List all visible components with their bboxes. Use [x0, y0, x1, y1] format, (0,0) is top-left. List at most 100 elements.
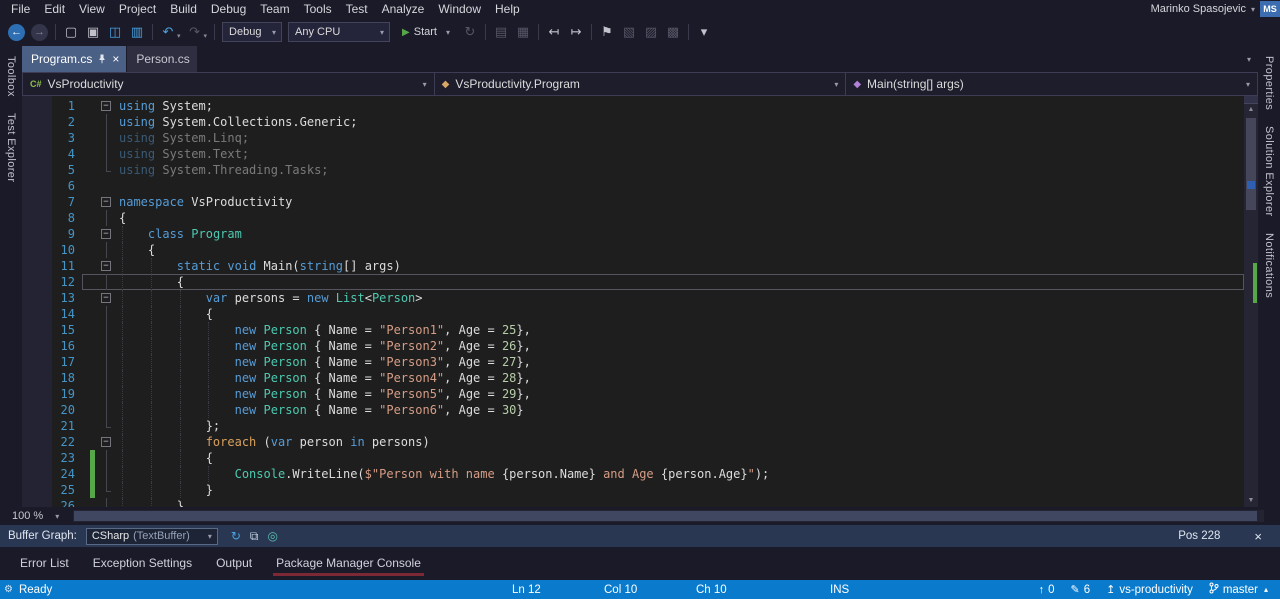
- tool-tab-test-explorer[interactable]: Test Explorer: [5, 113, 17, 182]
- code-line-25[interactable]: 25 }: [22, 482, 1244, 498]
- tool-tab-properties[interactable]: Properties: [1263, 56, 1275, 110]
- code-line-5[interactable]: 5using System.Threading.Tasks;: [22, 162, 1244, 178]
- vertical-scrollbar[interactable]: ▲ ▼: [1244, 96, 1258, 507]
- panel-tab-package-manager-console[interactable]: Package Manager Console: [268, 551, 429, 577]
- split-editor-handle[interactable]: [1244, 96, 1258, 104]
- code-line-21[interactable]: 21 };: [22, 418, 1244, 434]
- document-list-caret-icon[interactable]: ▾: [1247, 55, 1251, 64]
- code-line-12[interactable]: 12 {: [22, 274, 1244, 290]
- redo-icon[interactable]: ↷: [184, 21, 206, 43]
- navigate-forward-icon[interactable]: →: [31, 24, 48, 41]
- menu-debug[interactable]: Debug: [204, 0, 253, 18]
- open-file-icon[interactable]: ▣: [82, 21, 104, 43]
- buffer-settings-icon[interactable]: ◎: [267, 529, 277, 543]
- pin-icon[interactable]: [98, 54, 106, 64]
- close-icon[interactable]: ×: [112, 53, 119, 65]
- code-line-16[interactable]: 16 new Person { Name = "Person2", Age = …: [22, 338, 1244, 354]
- increase-indent-icon[interactable]: ↦: [565, 21, 587, 43]
- code-line-23[interactable]: 23 {: [22, 450, 1244, 466]
- undo-icon[interactable]: ↶: [157, 21, 179, 43]
- caret-down-icon[interactable]: ▾: [1251, 5, 1255, 14]
- scrollbar-thumb[interactable]: [1246, 118, 1256, 210]
- menu-help[interactable]: Help: [488, 0, 527, 18]
- code-line-6[interactable]: 6: [22, 178, 1244, 194]
- show-output-icon[interactable]: ▤: [490, 21, 512, 43]
- navigate-back-icon[interactable]: ←: [8, 24, 25, 41]
- toolbar-overflow-icon[interactable]: ▾: [693, 21, 715, 43]
- panel-tab-error-list[interactable]: Error List: [12, 551, 77, 577]
- collapse-region-icon[interactable]: −: [101, 229, 111, 239]
- code-line-10[interactable]: 10 {: [22, 242, 1244, 258]
- clone-buffer-icon[interactable]: ⧉: [250, 529, 259, 544]
- horizontal-scrollbar[interactable]: [73, 510, 1264, 522]
- pending-edits[interactable]: ✎ 6: [1070, 583, 1090, 596]
- code-line-22[interactable]: 22− foreach (var person in persons): [22, 434, 1244, 450]
- buffer-select[interactable]: CSharp (TextBuffer) ▾: [86, 528, 218, 545]
- scroll-up-icon[interactable]: ▲: [1244, 104, 1258, 116]
- code-line-19[interactable]: 19 new Person { Name = "Person5", Age = …: [22, 386, 1244, 402]
- code-line-7[interactable]: 7−namespace VsProductivity: [22, 194, 1244, 210]
- tool-tab-toolbox[interactable]: Toolbox: [5, 56, 17, 97]
- user-name[interactable]: Marinko Spasojevic: [1151, 3, 1246, 15]
- member-dropdown[interactable]: ◆Main(string[] args)▾: [845, 72, 1258, 96]
- debug-configuration-select[interactable]: Debug▾: [222, 22, 282, 42]
- collapse-region-icon[interactable]: −: [101, 437, 111, 447]
- save-all-icon[interactable]: ▥: [126, 21, 148, 43]
- code-line-24[interactable]: 24 Console.WriteLine($"Person with name …: [22, 466, 1244, 482]
- menu-analyze[interactable]: Analyze: [375, 0, 432, 18]
- panel-tab-output[interactable]: Output: [208, 551, 260, 577]
- collapse-region-icon[interactable]: −: [101, 261, 111, 271]
- code-line-11[interactable]: 11− static void Main(string[] args): [22, 258, 1244, 274]
- code-line-9[interactable]: 9− class Program: [22, 226, 1244, 242]
- outgoing-commits[interactable]: ↑ 0: [1039, 584, 1055, 596]
- decrease-indent-icon[interactable]: ↤: [543, 21, 565, 43]
- code-line-13[interactable]: 13− var persons = new List<Person>: [22, 290, 1244, 306]
- scroll-down-icon[interactable]: ▼: [1244, 495, 1258, 507]
- panel-tab-exception-settings[interactable]: Exception Settings: [85, 551, 200, 577]
- hot-reload-icon[interactable]: ↻: [459, 21, 481, 43]
- collapse-region-icon[interactable]: −: [101, 101, 111, 111]
- repository[interactable]: ↥ vs-productivity: [1106, 583, 1193, 596]
- menu-tools[interactable]: Tools: [297, 0, 339, 18]
- graph-navigate-icon[interactable]: ↻: [231, 529, 241, 543]
- branch[interactable]: master ▴: [1209, 582, 1268, 597]
- project-dropdown[interactable]: C#VsProductivity▾: [22, 72, 435, 96]
- platform-select[interactable]: Any CPU▾: [288, 22, 390, 42]
- start-debugging-button[interactable]: ▶Start▾: [395, 26, 457, 38]
- code-line-1[interactable]: 1−using System;: [22, 98, 1244, 114]
- menu-build[interactable]: Build: [163, 0, 204, 18]
- code-line-8[interactable]: 8{: [22, 210, 1244, 226]
- clear-bookmarks-icon[interactable]: ▩: [662, 21, 684, 43]
- collapse-region-icon[interactable]: −: [101, 197, 111, 207]
- code-line-4[interactable]: 4using System.Text;: [22, 146, 1244, 162]
- code-line-15[interactable]: 15 new Person { Name = "Person1", Age = …: [22, 322, 1244, 338]
- type-dropdown[interactable]: ◆VsProductivity.Program▾: [434, 72, 847, 96]
- menu-project[interactable]: Project: [112, 0, 163, 18]
- bookmark-icon[interactable]: ⚑: [596, 21, 618, 43]
- menu-file[interactable]: File: [4, 0, 37, 18]
- collapse-region-icon[interactable]: −: [101, 293, 111, 303]
- menu-test[interactable]: Test: [339, 0, 375, 18]
- zoom-select[interactable]: 100 % ▾: [0, 510, 65, 522]
- menu-window[interactable]: Window: [431, 0, 488, 18]
- status-line[interactable]: Ln 12: [512, 584, 541, 596]
- code-line-26[interactable]: 26 }: [22, 498, 1244, 507]
- menu-team[interactable]: Team: [253, 0, 296, 18]
- code-line-20[interactable]: 20 new Person { Name = "Person6", Age = …: [22, 402, 1244, 418]
- code-line-3[interactable]: 3using System.Linq;: [22, 130, 1244, 146]
- new-file-icon[interactable]: ▢: [60, 21, 82, 43]
- menu-view[interactable]: View: [72, 0, 112, 18]
- code-line-14[interactable]: 14 {: [22, 306, 1244, 322]
- tool-tab-notifications[interactable]: Notifications: [1263, 233, 1275, 298]
- code-line-17[interactable]: 17 new Person { Name = "Person3", Age = …: [22, 354, 1244, 370]
- user-avatar[interactable]: MS: [1260, 1, 1280, 17]
- horizontal-scrollbar-thumb[interactable]: [74, 511, 1257, 521]
- previous-bookmark-icon[interactable]: ▧: [618, 21, 640, 43]
- menu-edit[interactable]: Edit: [37, 0, 72, 18]
- close-icon[interactable]: ×: [1254, 529, 1262, 544]
- tab-person-cs[interactable]: Person.cs: [127, 46, 196, 72]
- code-line-2[interactable]: 2using System.Collections.Generic;: [22, 114, 1244, 130]
- save-icon[interactable]: ◫: [104, 21, 126, 43]
- status-character[interactable]: Ch 10: [696, 584, 727, 596]
- status-column[interactable]: Col 10: [604, 584, 637, 596]
